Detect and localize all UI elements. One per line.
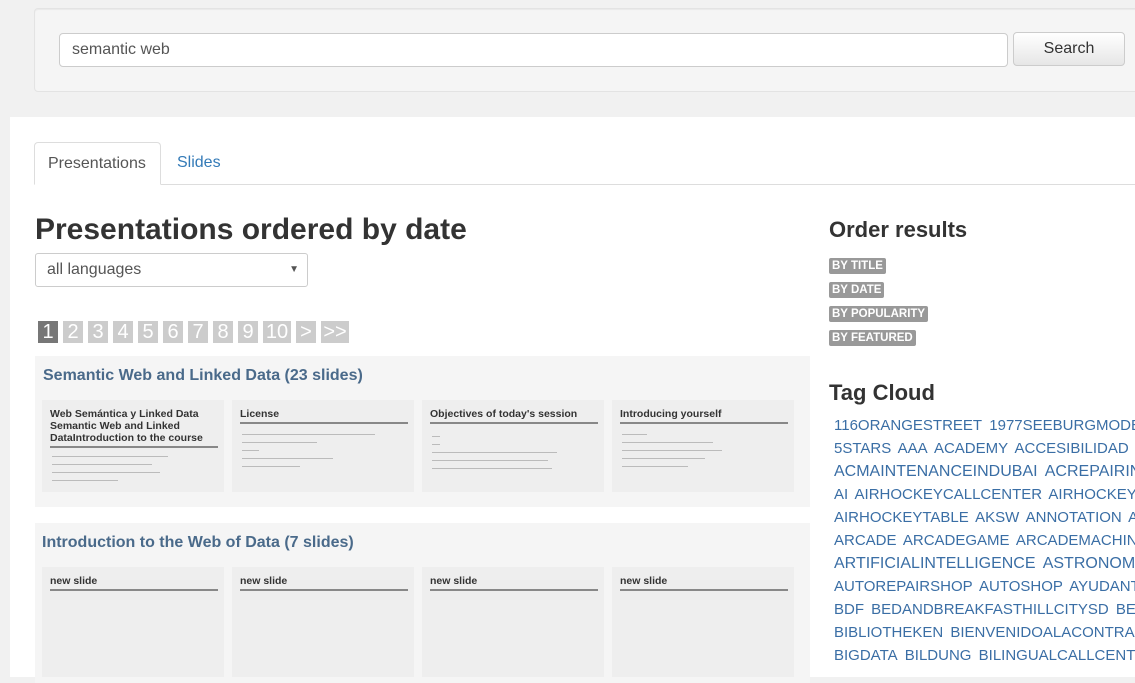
tag-link[interactable]: AIRHOCKEY [1048,486,1135,503]
tag-link[interactable]: BDF [834,601,864,618]
tag-link[interactable]: AKSW [975,509,1019,526]
presentation-card: Introduction to the Web of Data (7 slide… [35,523,810,683]
tag-link[interactable]: AAA [898,440,928,457]
tag-link[interactable]: ARCADEGAME [903,532,1010,549]
tag-link[interactable]: A [1128,509,1135,526]
tag-link[interactable]: 5STARS [834,440,891,457]
tag-link[interactable]: BIBLIOTHEKEN [834,624,943,641]
slide-thumbnail[interactable]: new slide [232,567,414,677]
slide-title: new slide [430,575,598,591]
pagination: 1 2 3 4 5 6 7 8 9 10 > >> [38,321,354,343]
tag-link[interactable]: 116ORANGESTREET [834,417,982,434]
tag-row: ACMAINTENANCEINDUBAI ACREPAIRING [834,460,1135,483]
page-next[interactable]: > [296,321,316,343]
tag-link[interactable]: ASTRONOMY [1043,555,1135,572]
tag-link[interactable]: BIGDATA [834,647,898,664]
tag-row: AUTOREPAIRSHOP AUTOSHOP AYUDANT [834,575,1135,598]
tag-cloud: 116ORANGESTREET 1977SEEBURGMODE 5STARS A… [834,414,1135,667]
slide-thumbnail[interactable]: Web Semántica y Linked Data Semantic Web… [42,400,224,492]
slide-title: Web Semántica y Linked Data Semantic Web… [50,408,218,448]
slide-thumbnail[interactable]: new slide [422,567,604,677]
tag-link[interactable]: AUTOREPAIRSHOP [834,578,973,595]
order-by-title[interactable]: BY TITLE [829,258,886,274]
tag-link[interactable]: BILDUNG [905,647,972,664]
slide-thumbnail[interactable]: License [232,400,414,492]
presentation-card: Semantic Web and Linked Data (23 slides)… [35,356,810,507]
page-8[interactable]: 8 [213,321,233,343]
tag-row: BDF BEDANDBREAKFASTHILLCITYSD BE [834,598,1135,621]
tag-link[interactable]: ACCESIBILIDAD [1014,440,1128,457]
tag-link[interactable]: AUTOSHOP [979,578,1063,595]
page-7[interactable]: 7 [188,321,208,343]
language-select-value: all languages [47,261,142,278]
presentation-title[interactable]: Semantic Web and Linked Data (23 slides) [43,367,363,385]
page-5[interactable]: 5 [138,321,158,343]
tag-link[interactable]: AI [834,486,848,503]
tab-presentations[interactable]: Presentations [34,142,161,185]
order-by-featured[interactable]: BY FEATURED [829,330,916,346]
page-6[interactable]: 6 [163,321,183,343]
tag-cloud-heading: Tag Cloud [829,380,935,405]
slide-thumbnail[interactable]: Objectives of today's session [422,400,604,492]
language-select[interactable]: all languages ▼ [35,253,308,287]
tag-link[interactable]: ACREPAIRING [1045,463,1135,480]
tag-link[interactable]: ACMAINTENANCEINDUBAI [834,463,1038,480]
tag-link[interactable]: BE [1116,601,1135,618]
tag-row: BIBLIOTHEKEN BIENVENIDOALACONTRA [834,621,1135,644]
search-panel: Search [34,8,1135,92]
page-9[interactable]: 9 [238,321,258,343]
tab-slides[interactable]: Slides [164,142,234,184]
tag-row: AIRHOCKEYTABLE AKSW ANNOTATION A [834,506,1135,529]
slide-title: Objectives of today's session [430,408,598,424]
page-title: Presentations ordered by date [35,213,467,246]
tag-link[interactable]: ACADEMY [934,440,1008,457]
slide-body [432,436,598,476]
tag-link[interactable]: BIENVENIDOALACONTRA [950,624,1134,641]
tag-link[interactable]: AYUDANT [1069,578,1135,595]
main-panel: Presentations Slides Presentations order… [10,117,1135,683]
tag-link[interactable]: BILINGUALCALLCENT [979,647,1135,664]
tag-link[interactable]: AIRHOCKEYTABLE [834,509,969,526]
tag-row: ARTIFICIALINTELLIGENCE ASTRONOMY [834,552,1135,575]
page-10[interactable]: 10 [263,321,291,343]
order-by-date[interactable]: BY DATE [829,282,885,298]
search-input[interactable] [59,33,1008,67]
slide-body [242,434,408,474]
tag-link[interactable]: ARCADE [834,532,897,549]
slide-title: new slide [620,575,788,591]
tag-link[interactable]: ARTIFICIALINTELLIGENCE [834,555,1036,572]
slide-thumbnail[interactable]: new slide [42,567,224,677]
order-results-heading: Order results [829,217,968,242]
page-3[interactable]: 3 [88,321,108,343]
slide-title: Introducing yourself [620,408,788,424]
tag-link[interactable]: 1977SEEBURGMODE [989,417,1135,434]
order-by-popularity[interactable]: BY POPULARITY [829,306,929,322]
tab-bar: Presentations Slides [34,142,1135,185]
slide-body [52,456,218,488]
slide-thumbnail[interactable]: Introducing yourself [612,400,794,492]
slide-title: License [240,408,408,424]
slide-title: new slide [240,575,408,591]
dropdown-arrow-icon: ▼ [289,264,299,275]
page-last[interactable]: >> [321,321,349,343]
slide-title: new slide [50,575,218,591]
page-2[interactable]: 2 [63,321,83,343]
tag-link[interactable]: ANNOTATION [1026,509,1122,526]
search-button[interactable]: Search [1013,32,1125,66]
tag-row: AI AIRHOCKEYCALLCENTER AIRHOCKEY [834,483,1135,506]
page-4[interactable]: 4 [113,321,133,343]
tag-row: BIGDATA BILDUNG BILINGUALCALLCENT [834,644,1135,667]
tag-link[interactable]: AIRHOCKEYCALLCENTER [855,486,1043,503]
tag-link[interactable]: ARCADEMACHIN [1016,532,1135,549]
tag-row: ARCADE ARCADEGAME ARCADEMACHIN [834,529,1135,552]
slide-body [622,434,788,474]
tag-row: 116ORANGESTREET 1977SEEBURGMODE [834,414,1135,437]
presentation-title[interactable]: Introduction to the Web of Data (7 slide… [42,534,354,552]
tag-row: 5STARS AAA ACADEMY ACCESIBILIDAD [834,437,1135,460]
tag-link[interactable]: BEDANDBREAKFASTHILLCITYSD [871,601,1109,618]
page-1[interactable]: 1 [38,321,58,343]
slide-thumbnail[interactable]: new slide [612,567,794,677]
